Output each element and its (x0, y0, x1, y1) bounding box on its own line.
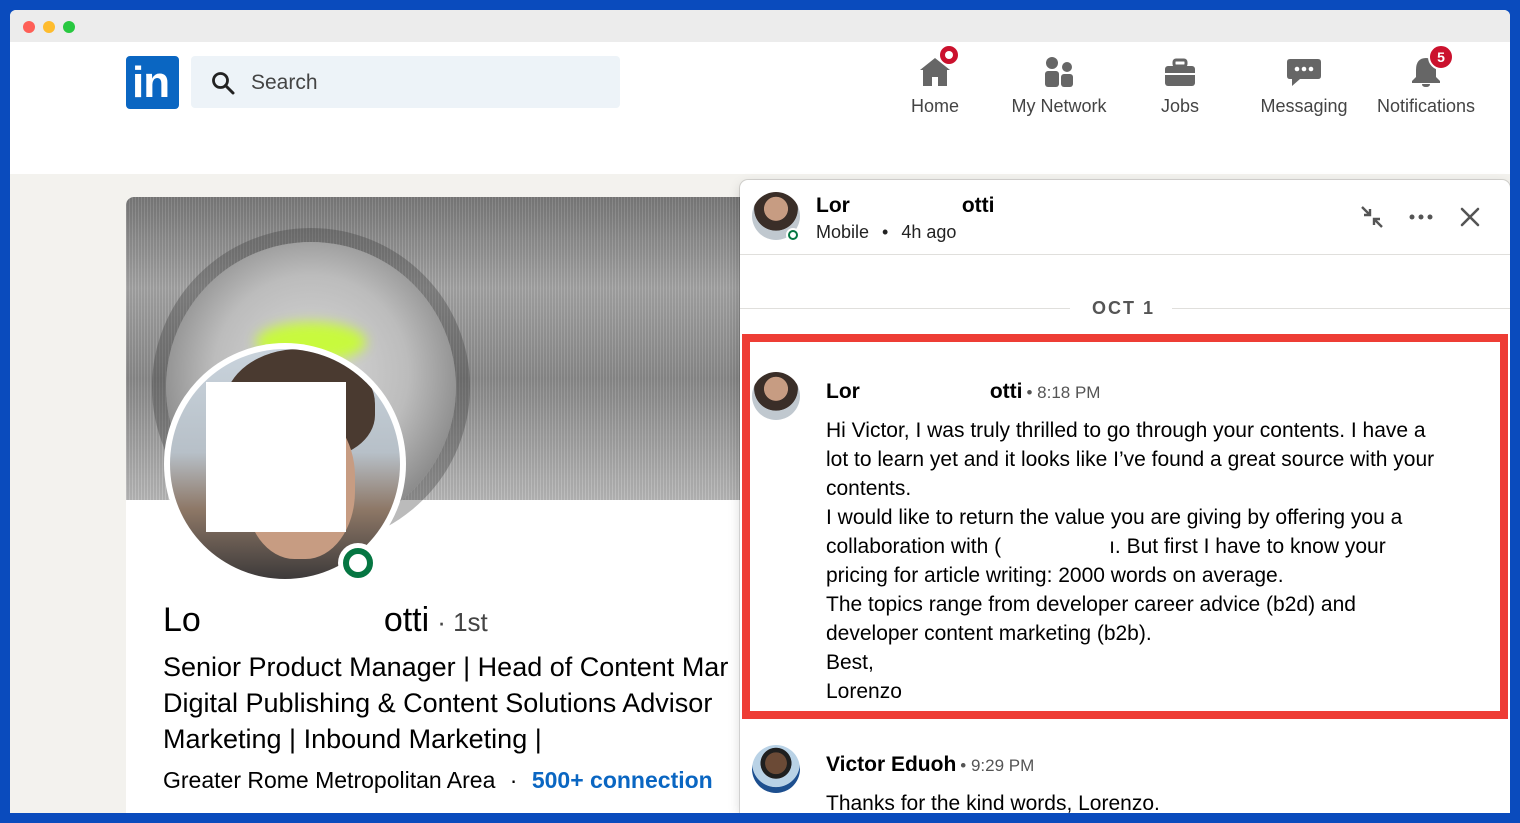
message-time: • 8:18 PM (1026, 383, 1101, 402)
compress-button[interactable] (1357, 202, 1387, 232)
message-line: developer content marketing (b2b). (826, 622, 1152, 645)
name-redaction (849, 196, 962, 217)
linkedin-logo[interactable]: in (126, 56, 179, 109)
message-line: Hi Victor, I was truly thrilled to go th… (826, 419, 1426, 442)
contact-name-start: Lor (816, 194, 850, 217)
name-redaction (200, 607, 384, 638)
chat-icon (1287, 59, 1321, 86)
message-line: I would like to return the value you are… (826, 506, 1403, 529)
connections-link[interactable]: 500+ connection (532, 767, 713, 793)
sender-name-end: otti (989, 380, 1023, 403)
nav-my-network[interactable]: My Network (1004, 52, 1114, 122)
message-item[interactable]: Victor Eduoh • 9:29 PM Thanks for the kin… (740, 745, 1510, 813)
message-line: Lorenzo (826, 680, 902, 703)
sender-name: Victor Eduoh (826, 753, 957, 776)
online-status-indicator (338, 543, 378, 583)
profile-name: Lo otti · 1st (163, 601, 488, 640)
contact-device: Mobile (816, 222, 870, 242)
nav-home-label: Home (910, 96, 959, 116)
contact-name[interactable]: Lor otti (816, 194, 994, 218)
message-line: pricing for article writing: 2000 words … (826, 564, 1284, 587)
redaction-box (206, 382, 346, 532)
headline-line: Digital Publishing & Content Solutions A… (163, 688, 713, 718)
contact-last-seen: 4h ago (901, 222, 957, 242)
message-line: collaboration with ( ı. But first I have … (826, 532, 1486, 561)
contact-online-indicator (786, 228, 800, 242)
top-navigation-bar: in Home My Netwo (10, 42, 1510, 174)
window-titlebar (10, 10, 1510, 42)
nav-messaging[interactable]: Messaging (1256, 52, 1352, 122)
zoom-window-button[interactable] (63, 21, 75, 33)
profile-name-start: Lo (163, 601, 201, 639)
close-icon (1460, 207, 1480, 227)
profile-name-end: otti (383, 601, 430, 639)
network-icon (1045, 57, 1073, 87)
close-window-button[interactable] (23, 21, 35, 33)
message-body: Thanks for the kind words, Lorenzo. (826, 789, 1486, 813)
browser-window: in Home My Netwo (10, 10, 1510, 813)
contact-name-end: otti (961, 194, 995, 217)
name-redaction (859, 382, 990, 403)
sender-avatar[interactable] (752, 745, 800, 793)
more-icon (1409, 214, 1433, 220)
nav-notifications-label: Notifications (1376, 96, 1476, 116)
contact-status: Mobile • 4h ago (816, 222, 956, 243)
close-conversation-button[interactable] (1455, 202, 1485, 232)
search-box[interactable] (191, 56, 620, 108)
nav-jobs[interactable]: Jobs (1150, 52, 1210, 122)
headline-line: Senior Product Manager | Head of Content… (163, 652, 729, 682)
message-overlay: Lor otti Mobile • 4h ago OCT 1 Lor otti … (740, 180, 1510, 813)
compress-icon (1361, 206, 1383, 228)
message-line-start: collaboration with ( (826, 535, 1002, 558)
nav-my-network-label: My Network (1011, 96, 1107, 116)
notifications-badge: 5 (1428, 44, 1454, 70)
status-separator: • (882, 222, 889, 242)
search-icon (212, 72, 235, 95)
profile-location-row: Greater Rome Metropolitan Area · 500+ co… (163, 767, 713, 794)
profile-card: Lo otti · 1st Senior Product Manager | Hea… (126, 197, 766, 813)
location-separator: · (509, 767, 518, 793)
message-line: The topics range from developer career a… (826, 593, 1356, 616)
nav-jobs-label: Jobs (1160, 96, 1200, 116)
home-notification-dot (938, 44, 960, 66)
nav-messaging-label: Messaging (1260, 96, 1348, 116)
nav-notifications[interactable]: 5 Notifications (1370, 44, 1482, 122)
message-line: contents. (826, 477, 912, 500)
message-line: Best, (826, 651, 874, 674)
minimize-window-button[interactable] (43, 21, 55, 33)
date-divider-label: OCT 1 (1092, 298, 1156, 318)
briefcase-icon (1165, 58, 1195, 86)
message-body: Hi Victor, I was truly thrilled to go th… (826, 416, 1486, 706)
profile-location: Greater Rome Metropolitan Area (163, 767, 496, 793)
more-options-button[interactable] (1406, 202, 1436, 232)
message-item[interactable]: Lor otti • 8:18 PM Hi Victor, I was truly … (740, 372, 1510, 712)
message-line: lot to learn yet and it looks like I’ve … (826, 448, 1435, 471)
search-input[interactable] (249, 66, 593, 100)
company-redaction (1001, 537, 1110, 558)
message-sender[interactable]: Victor Eduoh • 9:29 PM (826, 753, 1034, 777)
message-line-end: ı. But first I have to know your (1109, 535, 1386, 558)
profile-headline: Senior Product Manager | Head of Content… (163, 649, 766, 757)
message-line: Thanks for the kind words, Lorenzo. (826, 792, 1160, 813)
headline-line: Marketing | Inbound Marketing | (163, 724, 542, 754)
conversation-header[interactable]: Lor otti Mobile • 4h ago (740, 180, 1510, 255)
date-divider: OCT 1 (740, 298, 1510, 320)
message-time: • 9:29 PM (960, 756, 1035, 775)
message-sender[interactable]: Lor otti • 8:18 PM (826, 380, 1100, 404)
sender-avatar[interactable] (752, 372, 800, 420)
connection-degree: · 1st (437, 607, 488, 637)
nav-home[interactable]: Home (900, 44, 970, 122)
sender-name-start: Lor (826, 380, 860, 403)
